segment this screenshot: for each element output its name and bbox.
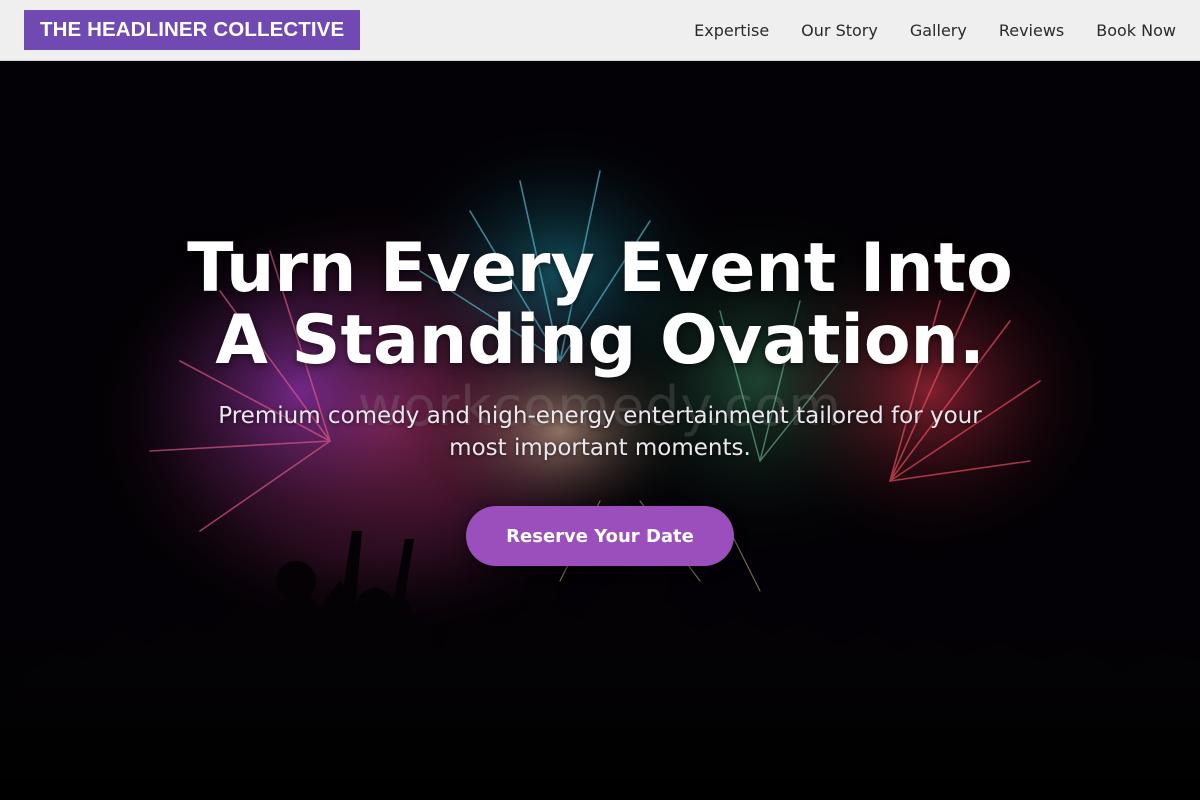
main-nav: Expertise Our Story Gallery Reviews Book… [662, 21, 1176, 40]
nav-link-reviews[interactable]: Reviews [999, 21, 1064, 40]
hero-headline-line-2: A Standing Ovation. [215, 301, 985, 380]
site-header: THE HEADLINER COLLECTIVE Expertise Our S… [0, 0, 1200, 61]
reserve-date-button[interactable]: Reserve Your Date [466, 506, 734, 566]
hero-content: workcomedy.com Turn Every Event Into A S… [0, 61, 1200, 800]
hero-section: workcomedy.com Turn Every Event Into A S… [0, 61, 1200, 800]
nav-link-gallery[interactable]: Gallery [910, 21, 967, 40]
hero-headline-line-1: Turn Every Event Into [187, 229, 1013, 308]
hero-subtitle: Premium comedy and high-energy entertain… [218, 403, 982, 461]
nav-link-our-story[interactable]: Our Story [801, 21, 878, 40]
nav-link-expertise[interactable]: Expertise [694, 21, 769, 40]
site-logo[interactable]: THE HEADLINER COLLECTIVE [24, 10, 361, 50]
nav-link-book-now[interactable]: Book Now [1096, 21, 1176, 40]
hero-headline: Turn Every Event Into A Standing Ovation… [100, 233, 1100, 377]
